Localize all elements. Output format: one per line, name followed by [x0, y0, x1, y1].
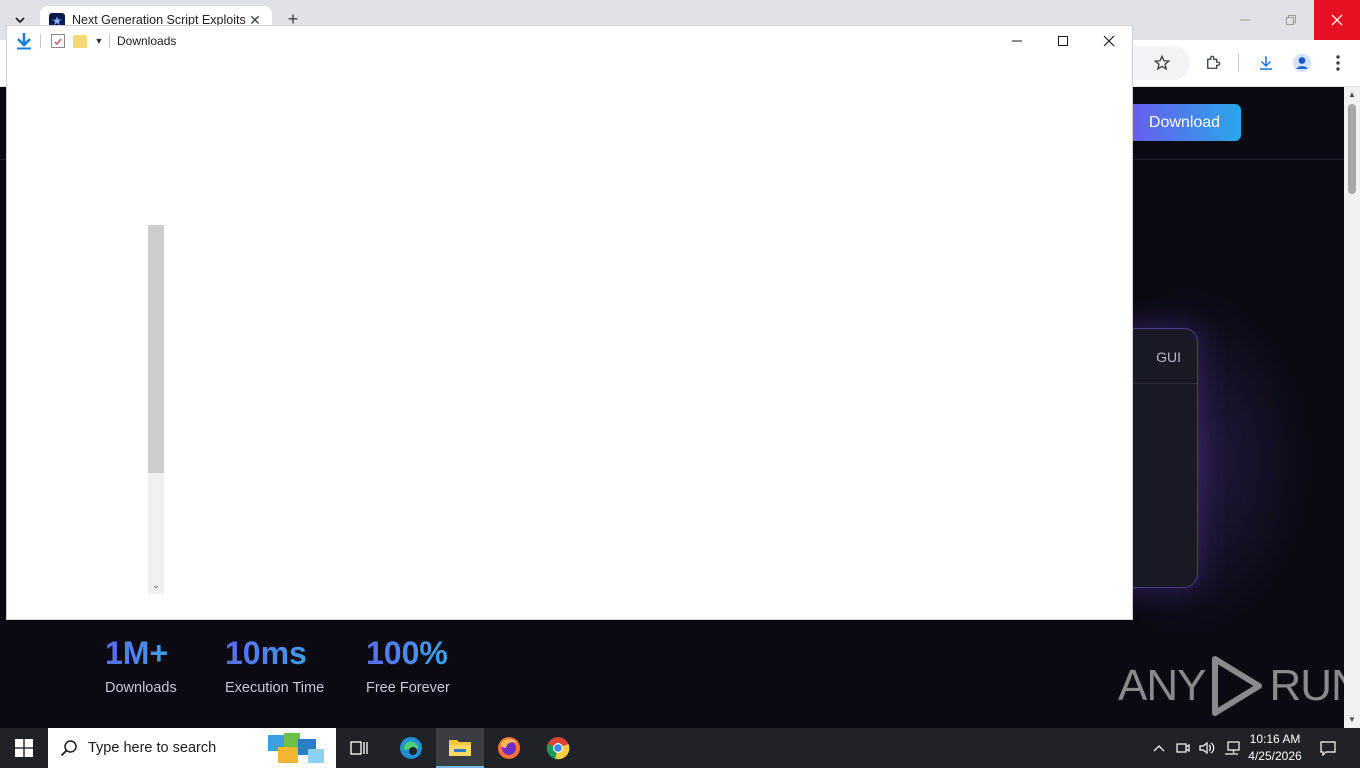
start-button[interactable]	[0, 728, 48, 768]
restore-icon	[1286, 15, 1296, 25]
stat-value: 100%	[366, 635, 448, 671]
explorer-maximize-button[interactable]	[1040, 26, 1086, 56]
avatar-icon	[1292, 53, 1312, 73]
search-placeholder: Type here to search	[88, 740, 217, 756]
star-icon	[1153, 54, 1171, 71]
stat-execution-time: 10ms Execution Time	[225, 635, 324, 696]
new-folder-icon[interactable]	[73, 35, 87, 48]
browser-close-button[interactable]	[1314, 0, 1360, 40]
notifications-button[interactable]	[1316, 728, 1340, 768]
download-button[interactable]: Download	[1128, 104, 1241, 141]
meet-now-button[interactable]	[1174, 728, 1192, 768]
quick-access-divider	[40, 34, 41, 48]
downloads-button[interactable]	[1254, 51, 1278, 75]
browser-restore-button[interactable]	[1268, 0, 1314, 40]
taskbar-app-edge[interactable]	[387, 728, 435, 768]
stat-value: 1M+	[105, 635, 177, 672]
notification-icon	[1320, 741, 1336, 756]
anyrun-watermark: ANY RUN	[1118, 655, 1344, 717]
check-icon	[54, 38, 62, 45]
download-icon	[1260, 56, 1272, 70]
speaker-icon	[1199, 741, 1215, 755]
downloads-folder-icon	[17, 33, 31, 50]
page-scroll-thumb[interactable]	[1348, 104, 1356, 194]
explorer-close-button[interactable]	[1086, 26, 1132, 56]
puzzle-pieces-icon	[268, 733, 324, 763]
camera-icon	[1176, 743, 1190, 753]
clock-time: 10:16 AM	[1249, 732, 1301, 746]
stat-label: Downloads	[105, 680, 177, 696]
chevron-up-icon	[1153, 745, 1165, 752]
show-hidden-icons-button[interactable]	[1150, 728, 1168, 768]
firefox-icon	[498, 737, 520, 759]
scroll-down-chevron-icon[interactable]: ⌄	[148, 576, 164, 594]
kebab-menu-icon	[1336, 55, 1340, 71]
watermark-text-any: ANY	[1118, 661, 1206, 710]
toolbar-separator	[1238, 54, 1239, 72]
puzzle-icon	[1207, 55, 1221, 69]
card-tab-gui[interactable]: GUI	[1156, 349, 1181, 365]
extensions-button[interactable]	[1201, 51, 1225, 75]
taskbar-clock[interactable]: 10:16 AM 4/25/2026	[1240, 731, 1310, 765]
play-logo-icon	[1212, 656, 1263, 716]
properties-icon[interactable]	[51, 34, 65, 48]
taskbar-app-firefox[interactable]	[485, 728, 533, 768]
windows-logo-icon	[15, 739, 33, 757]
explorer-minimize-button[interactable]	[994, 26, 1040, 56]
network-button[interactable]	[1222, 728, 1242, 768]
chrome-icon	[546, 737, 570, 760]
clock-date: 4/25/2026	[1248, 749, 1302, 763]
search-icon	[60, 740, 77, 757]
edge-icon	[400, 737, 422, 759]
stat-free-forever: 100% Free Forever	[366, 635, 450, 696]
taskbar-app-file-explorer[interactable]	[436, 728, 484, 768]
browser-menu-button[interactable]	[1326, 51, 1350, 75]
navigation-pane-scroll-thumb[interactable]	[148, 225, 164, 473]
minimize-icon	[1012, 40, 1022, 42]
navigation-pane-scrollbar[interactable]: ⌄	[148, 225, 164, 594]
taskbar: Type here to search 10:16 AM 4/25/2026	[0, 728, 1360, 768]
folder-icon	[449, 740, 471, 756]
maximize-icon	[1058, 36, 1068, 46]
profile-button[interactable]	[1290, 51, 1314, 75]
stat-downloads: 1M+ Downloads	[105, 635, 177, 696]
bookmark-star-button[interactable]	[1150, 51, 1174, 75]
scroll-up-arrow-icon[interactable]: ▲	[1344, 87, 1360, 103]
explorer-title: Downloads	[117, 34, 177, 48]
minimize-icon	[1240, 19, 1250, 21]
stat-label: Execution Time	[225, 680, 325, 696]
browser-minimize-button[interactable]	[1222, 0, 1268, 40]
close-icon	[1103, 35, 1115, 47]
task-view-icon	[350, 741, 368, 755]
page-scrollbar[interactable]: ▲ ▼	[1344, 87, 1360, 728]
task-view-button[interactable]	[336, 728, 384, 768]
stat-value: 10ms	[225, 635, 324, 672]
customize-toolbar-chevron-icon[interactable]: ▼	[94, 34, 104, 48]
explorer-window: ▼ Downloads ⌄	[7, 26, 1132, 619]
explorer-title-bar[interactable]: ▼ Downloads	[7, 26, 1132, 56]
volume-button[interactable]	[1197, 728, 1217, 768]
chevron-down-icon	[15, 17, 25, 24]
tab-title: Next Generation Script Exploits	[72, 13, 246, 27]
title-divider	[109, 34, 110, 48]
watermark-text-run: RUN	[1269, 661, 1344, 710]
stat-label: Free Forever	[366, 680, 450, 696]
scroll-down-arrow-icon[interactable]: ▼	[1344, 712, 1360, 728]
taskbar-search-box[interactable]: Type here to search	[48, 728, 336, 768]
network-icon	[1225, 741, 1240, 755]
close-icon	[1331, 14, 1343, 26]
taskbar-app-chrome[interactable]	[534, 728, 582, 768]
